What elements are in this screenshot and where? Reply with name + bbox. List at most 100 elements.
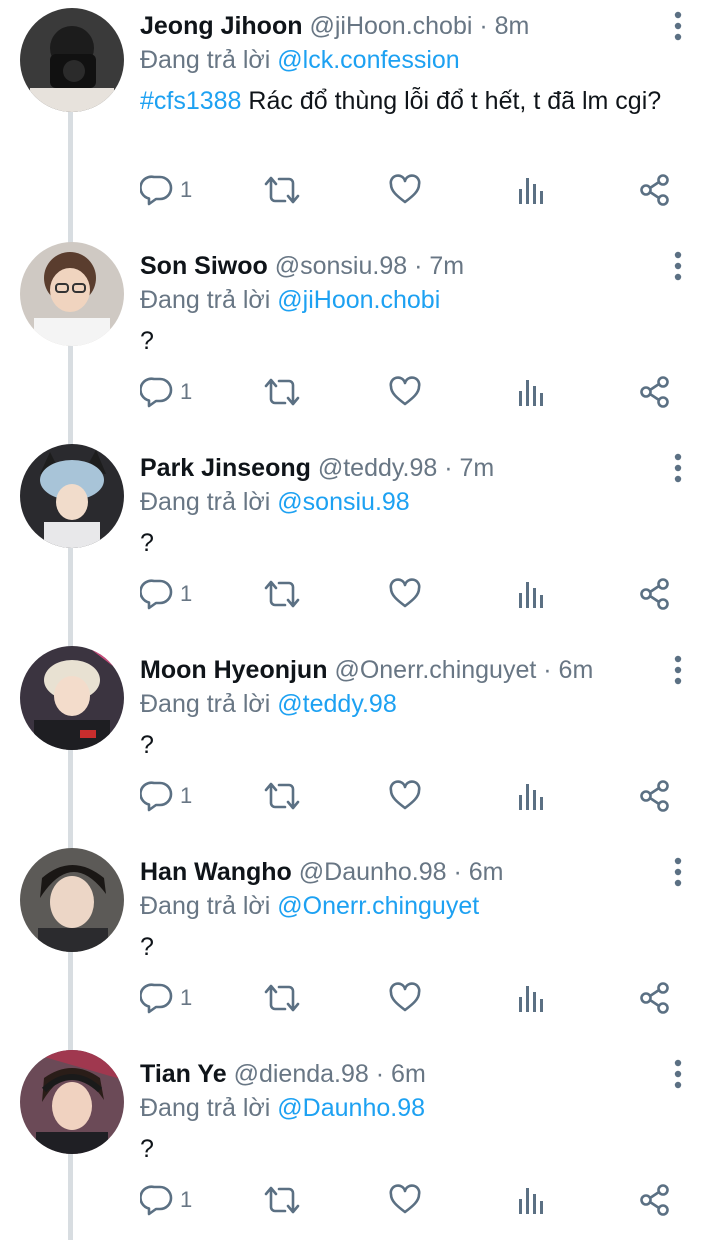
avatar[interactable] xyxy=(20,8,124,112)
retweet-button[interactable] xyxy=(262,978,302,1018)
action-bar: 1 xyxy=(140,978,700,1018)
display-name[interactable]: Han Wangho xyxy=(140,858,292,886)
like-button[interactable] xyxy=(388,372,422,412)
share-button[interactable] xyxy=(638,574,672,614)
reply-button[interactable]: 1 xyxy=(140,372,192,412)
analytics-button[interactable] xyxy=(516,776,546,816)
retweet-icon xyxy=(264,1186,300,1214)
timestamp: · 6m xyxy=(375,1060,426,1088)
timestamp: · 6m xyxy=(543,656,594,684)
replying-to-label: Đang trả lời xyxy=(140,690,271,718)
share-icon xyxy=(640,1184,669,1216)
more-options-button[interactable] xyxy=(664,1058,692,1090)
like-button[interactable] xyxy=(388,978,422,1018)
more-options-button[interactable] xyxy=(664,10,692,42)
reply-to-mention[interactable]: @teddy.98 xyxy=(277,690,396,718)
tweet[interactable]: Tian Ye @dienda.98 · 6m Đang trả lời @Da… xyxy=(0,1048,720,1250)
reply-count: 1 xyxy=(180,581,193,606)
avatar[interactable] xyxy=(20,1050,124,1154)
tweet-header: Moon Hyeonjun @Onerr.chinguyet · 6m xyxy=(140,652,593,688)
tweet-text: ? xyxy=(140,731,154,759)
retweet-button[interactable] xyxy=(262,1180,302,1220)
analytics-icon xyxy=(519,380,543,406)
reply-button[interactable]: 1 xyxy=(140,1180,192,1220)
user-handle[interactable]: @Daunho.98 xyxy=(299,858,447,886)
reply-button[interactable]: 1 xyxy=(140,574,192,614)
display-name[interactable]: Jeong Jihoon xyxy=(140,12,303,40)
reply-to-mention[interactable]: @lck.confession xyxy=(277,46,459,74)
tweet[interactable]: Son Siwoo @sonsiu.98 · 7m Đang trả lời @… xyxy=(0,240,720,442)
display-name[interactable]: Moon Hyeonjun xyxy=(140,656,327,684)
share-icon xyxy=(640,174,669,206)
reply-to-mention[interactable]: @Daunho.98 xyxy=(277,1094,425,1122)
replying-to: Đang trả lời @Daunho.98 xyxy=(140,1092,425,1124)
more-options-button[interactable] xyxy=(664,452,692,484)
retweet-button[interactable] xyxy=(262,776,302,816)
more-options-button[interactable] xyxy=(664,856,692,888)
more-vertical-icon xyxy=(674,655,682,685)
action-bar: 1 xyxy=(140,1180,700,1220)
reply-button[interactable]: 1 xyxy=(140,978,192,1018)
user-handle[interactable]: @jiHoon.chobi xyxy=(309,12,472,40)
user-handle[interactable]: @Onerr.chinguyet xyxy=(334,656,536,684)
avatar[interactable] xyxy=(20,242,124,346)
hashtag-link[interactable]: #cfs1388 xyxy=(140,87,241,115)
share-button[interactable] xyxy=(638,170,672,210)
replying-to-label: Đang trả lời xyxy=(140,46,271,74)
share-icon xyxy=(640,780,669,812)
like-icon xyxy=(389,982,421,1012)
avatar[interactable] xyxy=(20,444,124,548)
tweet[interactable]: Han Wangho @Daunho.98 · 6m Đang trả lời … xyxy=(0,846,720,1048)
more-options-button[interactable] xyxy=(664,250,692,282)
timestamp: · 7m xyxy=(444,454,495,482)
action-bar: 1 xyxy=(140,776,700,816)
more-vertical-icon xyxy=(674,453,682,483)
user-handle[interactable]: @teddy.98 xyxy=(318,454,437,482)
user-handle[interactable]: @dienda.98 xyxy=(234,1060,369,1088)
reply-button[interactable]: 1 xyxy=(140,776,192,816)
share-button[interactable] xyxy=(638,372,672,412)
retweet-button[interactable] xyxy=(262,170,302,210)
analytics-button[interactable] xyxy=(516,978,546,1018)
like-button[interactable] xyxy=(388,574,422,614)
retweet-button[interactable] xyxy=(262,372,302,412)
like-button[interactable] xyxy=(388,1180,422,1220)
retweet-button[interactable] xyxy=(262,574,302,614)
analytics-button[interactable] xyxy=(516,170,546,210)
reply-button[interactable]: 1 xyxy=(140,170,192,210)
replying-to: Đang trả lời @jiHoon.chobi xyxy=(140,284,440,316)
tweet-text: ? xyxy=(140,933,154,961)
reply-to-mention[interactable]: @jiHoon.chobi xyxy=(277,286,440,314)
display-name[interactable]: Son Siwoo xyxy=(140,252,268,280)
reply-to-mention[interactable]: @Onerr.chinguyet xyxy=(277,892,479,920)
replying-to-label: Đang trả lời xyxy=(140,286,271,314)
user-handle[interactable]: @sonsiu.98 xyxy=(275,252,407,280)
display-name[interactable]: Tian Ye xyxy=(140,1060,227,1088)
tweet[interactable]: Jeong Jihoon @jiHoon.chobi · 8m Đang trả… xyxy=(0,0,720,206)
action-bar: 1 xyxy=(140,170,700,210)
analytics-button[interactable] xyxy=(516,372,546,412)
share-button[interactable] xyxy=(638,1180,672,1220)
avatar[interactable] xyxy=(20,848,124,952)
like-button[interactable] xyxy=(388,170,422,210)
tweet-header: Park Jinseong @teddy.98 · 7m xyxy=(140,450,494,486)
like-button[interactable] xyxy=(388,776,422,816)
tweet[interactable]: Moon Hyeonjun @Onerr.chinguyet · 6m Đang… xyxy=(0,644,720,846)
share-button[interactable] xyxy=(638,776,672,816)
like-icon xyxy=(389,780,421,810)
share-button[interactable] xyxy=(638,978,672,1018)
analytics-button[interactable] xyxy=(516,1180,546,1220)
tweet-text: ? xyxy=(140,529,154,557)
like-icon xyxy=(389,376,421,406)
tweet-header: Tian Ye @dienda.98 · 6m xyxy=(140,1056,426,1092)
avatar[interactable] xyxy=(20,646,124,750)
timestamp: · 8m xyxy=(479,12,530,40)
more-options-button[interactable] xyxy=(664,654,692,686)
tweet[interactable]: Park Jinseong @teddy.98 · 7m Đang trả lờ… xyxy=(0,442,720,644)
display-name[interactable]: Park Jinseong xyxy=(140,454,311,482)
replying-to: Đang trả lời @Onerr.chinguyet xyxy=(140,890,479,922)
reply-count: 1 xyxy=(180,379,193,404)
analytics-button[interactable] xyxy=(516,574,546,614)
tweet-text: ? xyxy=(140,327,154,355)
reply-to-mention[interactable]: @sonsiu.98 xyxy=(277,488,409,516)
